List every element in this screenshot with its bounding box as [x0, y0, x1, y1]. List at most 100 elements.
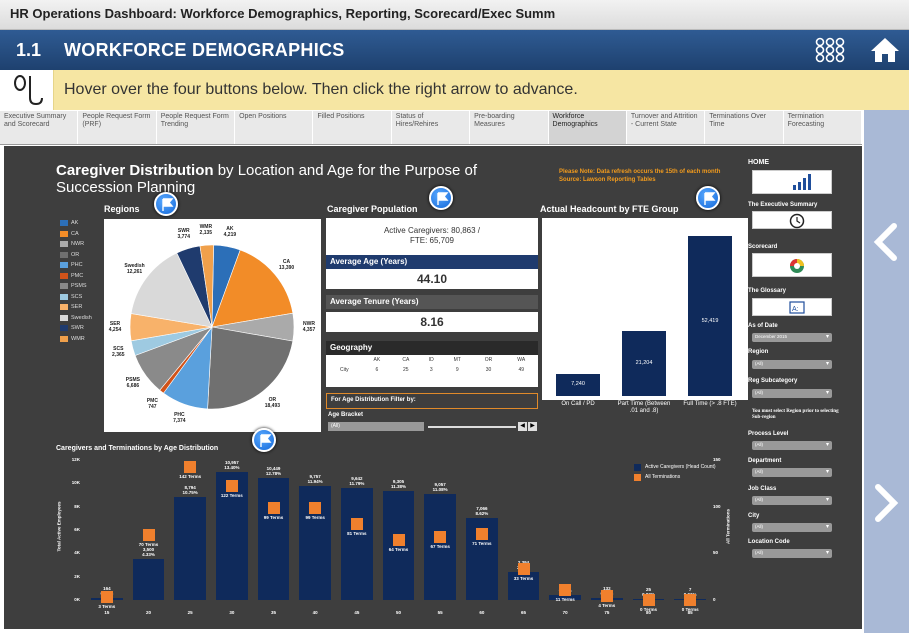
dashboard-canvas: Caregiver Distribution by Location and A… — [4, 146, 862, 629]
legend-label: CA — [71, 230, 79, 237]
geo-header-cell: AK — [373, 357, 381, 363]
terminations-marker[interactable] — [559, 583, 572, 596]
glossary-button[interactable]: A: — [752, 298, 832, 316]
legend-swatch — [634, 463, 641, 471]
terminations-marker[interactable] — [684, 594, 697, 606]
tab-pre-boarding-measures[interactable]: Pre-boarding Measures — [470, 111, 549, 144]
reg-subcategory-label: Reg Subcategory — [748, 378, 798, 384]
x-tick-label: 85 — [687, 610, 693, 615]
age-bracket-input[interactable]: (All) — [328, 422, 424, 431]
tab-terminations-over-time[interactable]: Terminations Over Time — [705, 111, 784, 144]
department-label: Department — [748, 458, 782, 464]
pie-label: PMC 747 — [146, 397, 158, 410]
bar-chart-icon — [793, 174, 811, 190]
info-flag-icon[interactable] — [429, 186, 453, 210]
region-select[interactable]: (All) — [752, 360, 832, 369]
home-button[interactable] — [752, 170, 832, 194]
legend-item: PSMS — [60, 281, 92, 292]
tab-termination-forecasting[interactable]: Termination Forecasting — [784, 111, 862, 144]
geography-table: AK CA ID MT OR WA City 6 25 3 9 30 49 — [326, 355, 538, 387]
tab-status-of-hires-rehires[interactable]: Status of Hires/Rehires — [392, 111, 471, 144]
fte-category-label: Part Time (Between .01 and .8) — [617, 401, 671, 414]
x-tick-label: 25 — [187, 610, 193, 615]
y2-tick-label: 150 — [713, 457, 721, 462]
age-bracket-slider[interactable] — [428, 426, 516, 428]
legend-item: CA — [60, 229, 92, 240]
terminations-marker[interactable] — [434, 531, 447, 544]
tab-filled-positions[interactable]: Filled Positions — [313, 111, 392, 144]
terminations-marker[interactable] — [267, 501, 280, 514]
legend-item: Swedish — [60, 313, 92, 324]
slide-header: 1.1 WORKFORCE DEMOGRAPHICS — [0, 30, 909, 70]
terminations-marker[interactable] — [517, 563, 530, 576]
previous-arrow-icon[interactable] — [872, 222, 900, 267]
fte-bar-value: 7,240 — [571, 380, 585, 387]
caregivers-bar[interactable] — [257, 478, 290, 600]
terminations-label: 71 Terms — [472, 540, 492, 546]
caregivers-bar[interactable] — [132, 559, 165, 600]
job-class-label: Job Class — [748, 486, 777, 492]
slide-title: WORKFORCE DEMOGRAPHICS — [64, 40, 345, 60]
home-icon[interactable] — [869, 36, 901, 64]
slider-next-button[interactable]: ▶ — [528, 422, 537, 431]
terminations-label: 70 Terms — [138, 541, 159, 547]
exec-summary-button[interactable] — [752, 211, 832, 229]
legend-item: Active Caregivers (Head Count) — [634, 462, 716, 472]
legend-swatch — [60, 314, 68, 321]
as-of-date-select[interactable]: December 2015 — [752, 333, 832, 342]
legend-swatch — [634, 473, 641, 481]
terminations-marker[interactable] — [225, 480, 238, 493]
tab-open-positions[interactable]: Open Positions — [235, 111, 314, 144]
pie-label: SER 4,254 — [108, 321, 122, 334]
slider-prev-button[interactable]: ◀ — [518, 422, 527, 431]
terminations-marker[interactable] — [142, 528, 155, 541]
location-code-select[interactable]: (All) — [752, 549, 832, 558]
legend-label: WMR — [71, 335, 85, 342]
info-flag-icon[interactable] — [252, 428, 276, 452]
legend-item: SWR — [60, 323, 92, 334]
legend-item: SCS — [60, 292, 92, 303]
tab-executive-summary-and-scorecard[interactable]: Executive Summary and Scorecard — [0, 111, 79, 144]
info-flag-icon[interactable] — [154, 192, 178, 216]
reg-subcategory-select[interactable]: (All) — [752, 389, 832, 398]
legend-swatch — [60, 304, 68, 311]
fte-title: Actual Headcount by FTE Group — [540, 204, 679, 214]
x-tick-label: 15 — [104, 610, 110, 615]
x-tick-label: 55 — [437, 610, 443, 615]
terminations-label: 67 Terms — [430, 544, 450, 550]
pie-label: OR 18,493 — [264, 396, 281, 409]
terminations-marker[interactable] — [600, 590, 613, 603]
terminations-marker[interactable] — [309, 501, 322, 514]
scorecard-button[interactable] — [752, 253, 832, 277]
legend-label: PSMS — [71, 283, 87, 290]
department-select[interactable]: (All) — [752, 468, 832, 477]
tab-turnover-and-attrition-current-state[interactable]: Turnover and Attrition - Current State — [627, 111, 706, 144]
process-level-select[interactable]: (All) — [752, 441, 832, 450]
next-arrow-icon[interactable] — [872, 483, 900, 528]
tab-workforce-demographics[interactable]: Workforce Demographics — [548, 111, 627, 144]
caregivers-bar[interactable] — [341, 487, 373, 600]
terminations-marker[interactable] — [392, 534, 405, 547]
x-tick-label: 75 — [604, 610, 610, 615]
terminations-marker[interactable] — [184, 461, 197, 474]
job-class-select[interactable]: (All) — [752, 496, 832, 505]
menu-grid-icon[interactable] — [815, 37, 851, 63]
info-flag-icon[interactable] — [696, 186, 720, 210]
terminations-marker[interactable] — [475, 527, 488, 540]
tab-people-request-form-trending[interactable]: People Request Form Trending — [157, 111, 236, 144]
fte-bar[interactable] — [688, 235, 732, 396]
terminations-marker[interactable] — [642, 594, 655, 606]
geo-value-cell: 30 — [485, 367, 492, 373]
tab-people-request-form-prf[interactable]: People Request Form (PRF) — [78, 111, 157, 144]
legend-label: PHC — [71, 262, 83, 269]
terminations-marker[interactable] — [350, 518, 363, 531]
city-select[interactable]: (All) — [752, 523, 832, 532]
legend-label: AK — [71, 220, 79, 227]
legend-label: Active Caregivers (Head Count) — [645, 464, 716, 470]
legend-label: SWR — [71, 325, 84, 332]
caregivers-bar[interactable] — [174, 497, 206, 600]
caregivers-bar-label: 10,957 13.40% — [224, 460, 240, 471]
legend-item: All Terminations — [634, 472, 716, 482]
age-distribution-title: Caregivers and Terminations by Age Distr… — [56, 445, 219, 452]
terminations-marker[interactable] — [100, 591, 113, 604]
